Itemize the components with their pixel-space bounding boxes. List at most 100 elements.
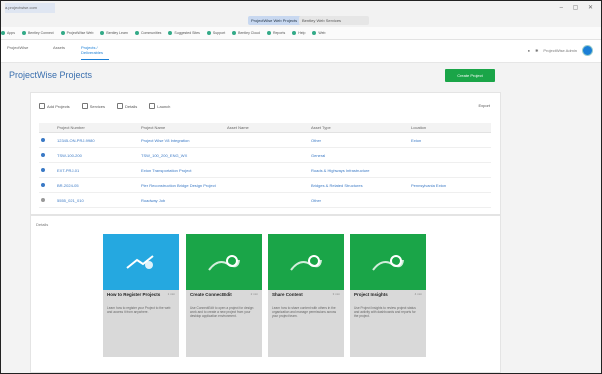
asset-name: [225, 132, 309, 148]
asset-type[interactable]: General: [309, 147, 409, 163]
bookmark-icon: [100, 31, 105, 36]
bookmark-item[interactable]: Bentley Learn: [100, 31, 128, 36]
column-header[interactable]: Location: [409, 123, 491, 133]
app-tab-projectwise[interactable]: ProjectWise: [7, 45, 28, 50]
tile-image: [186, 234, 262, 290]
tile-duration: 2 min: [250, 292, 258, 296]
notification-icon[interactable]: ●: [528, 48, 530, 53]
export-button[interactable]: Export: [478, 103, 490, 108]
table-row[interactable]: EXT-PRJ-01 Exton Transportation Project …: [39, 162, 491, 178]
bookmark-icon: [1, 31, 5, 36]
project-name[interactable]: Project Wise V8 Integration: [139, 132, 225, 148]
project-number[interactable]: BR-2024-05: [55, 177, 139, 193]
project-number[interactable]: 5555_021_010: [55, 192, 139, 208]
tile-title: How to Register Projects: [107, 292, 161, 297]
tile-description: Learn how to register your Project to th…: [107, 306, 171, 315]
browser-titlebar: a.projectwise.com ProjectWise Web Projec…: [1, 1, 601, 27]
project-number[interactable]: 12345-ON-PRJ-9980: [55, 132, 139, 148]
add-projects-button[interactable]: Add Projects: [39, 103, 70, 109]
location[interactable]: [409, 192, 491, 208]
location[interactable]: Exton: [409, 132, 491, 148]
tile-register-projects[interactable]: How to Register Projects 1 min Learn how…: [103, 234, 179, 357]
add-icon: [39, 103, 45, 109]
details-panel: Details How to Register Projects 1 min L…: [30, 215, 501, 373]
bookmark-item[interactable]: Help: [292, 31, 305, 36]
project-number[interactable]: EXT-PRJ-01: [55, 162, 139, 178]
asset-type[interactable]: Other: [309, 192, 409, 208]
project-name[interactable]: Pier Reconstruction Bridge Design Projec…: [139, 177, 225, 193]
asset-type[interactable]: Bridges & Related Structures: [309, 177, 409, 193]
location[interactable]: [409, 162, 491, 178]
bookmark-icon: [135, 31, 139, 36]
tile-duration: 1 min: [167, 292, 175, 296]
window-controls[interactable]: – ▢ ✕: [560, 4, 597, 11]
address-bar[interactable]: a.projectwise.com: [5, 3, 55, 13]
bookmark-icon: [292, 31, 297, 36]
table-row[interactable]: 12345-ON-PRJ-9980 Project Wise V8 Integr…: [39, 132, 491, 148]
user-name: ProjectWise Admin: [543, 48, 577, 53]
project-name[interactable]: Exton Transportation Project: [139, 162, 225, 178]
browser-window: a.projectwise.com ProjectWise Web Projec…: [0, 0, 602, 374]
bookmark-icon: [266, 31, 271, 36]
location[interactable]: Pennsylvania Exton: [409, 177, 491, 193]
create-project-button[interactable]: Create Project: [445, 69, 495, 82]
user-menu[interactable]: ● ✱ ProjectWise Admin: [528, 45, 593, 56]
details-label: Details: [125, 103, 138, 109]
bookmark-item[interactable]: Apps: [1, 31, 15, 36]
column-header[interactable]: Project Name: [139, 123, 225, 133]
asset-type[interactable]: Roads & Highways Infrastructure: [309, 162, 409, 178]
tile-share-content[interactable]: Share Content 3 min Learn how to share c…: [268, 234, 344, 357]
browser-tab[interactable]: Bentley Web Services: [299, 16, 369, 25]
main-content: ProjectWise Projects Create Project Add …: [1, 63, 601, 373]
share-content-icon: [290, 255, 322, 271]
bookmark-item[interactable]: Reports: [266, 31, 285, 36]
bookmark-icon: [312, 31, 317, 36]
table-row[interactable]: TSW-100-200 TSW_100_200_ENG_WX General: [39, 147, 491, 163]
project-icon: [41, 137, 45, 142]
tile-connectedit[interactable]: Create ConnectEdit 2 min Use ConnectEdit…: [186, 234, 262, 357]
launch-button[interactable]: Launch: [149, 103, 170, 109]
tile-duration: 4 min: [414, 292, 422, 296]
tile-title: Share Content: [272, 292, 303, 297]
project-name[interactable]: TSW_100_200_ENG_WX: [139, 147, 225, 163]
tile-description: Learn how to share content with others i…: [272, 306, 337, 319]
projects-table: Project Number Project Name Asset Name A…: [39, 123, 491, 208]
column-header[interactable]: [39, 123, 55, 133]
row-icon-cell: [39, 147, 55, 163]
app-tab-assets[interactable]: Assets: [53, 45, 65, 50]
table-row[interactable]: 5555_021_010 Roadway Job Other: [39, 192, 491, 208]
details-button[interactable]: Details: [117, 103, 137, 109]
details-heading: Details: [36, 222, 49, 227]
tile-image: [268, 234, 344, 290]
row-icon-cell: [39, 177, 55, 193]
bookmark-item[interactable]: Communities: [135, 31, 161, 36]
asset-type[interactable]: Other: [309, 132, 409, 148]
project-icon: [41, 197, 45, 202]
bookmark-item[interactable]: Bentley Cloud: [232, 31, 260, 36]
project-name[interactable]: Roadway Job: [139, 192, 225, 208]
services-label: Services: [89, 103, 106, 109]
bookmark-item[interactable]: Support: [206, 31, 225, 36]
column-header[interactable]: Asset Name: [225, 123, 309, 133]
location[interactable]: [409, 147, 491, 163]
settings-icon[interactable]: ✱: [535, 48, 538, 53]
services-button[interactable]: Services: [81, 103, 106, 109]
app-tab-projects[interactable]: Projects / Deliverables: [81, 45, 109, 60]
details-icon: [117, 103, 124, 109]
project-icon: [41, 152, 45, 157]
row-icon-cell: [39, 162, 55, 178]
project-number[interactable]: TSW-100-200: [55, 147, 139, 163]
app-header: ProjectWise Assets Projects / Deliverabl…: [1, 40, 601, 63]
table-row[interactable]: BR-2024-05 Pier Reconstruction Bridge De…: [39, 177, 491, 193]
bookmark-item[interactable]: Web: [312, 31, 326, 36]
register-project-icon: [126, 255, 154, 269]
bookmark-item[interactable]: Bentley Connect: [21, 31, 54, 36]
column-header[interactable]: Project Number: [55, 123, 139, 133]
tile-title: Create ConnectEdit: [190, 292, 232, 297]
avatar[interactable]: [582, 45, 593, 56]
add-projects-label: Add Projects: [47, 103, 70, 109]
bookmark-item[interactable]: ProjectWise Web: [60, 31, 93, 36]
bookmark-item[interactable]: Suggested Sites: [168, 31, 200, 36]
column-header[interactable]: Asset Type: [309, 123, 409, 133]
tile-project-insights[interactable]: Project Insights 4 min Use Project Insig…: [350, 234, 426, 357]
